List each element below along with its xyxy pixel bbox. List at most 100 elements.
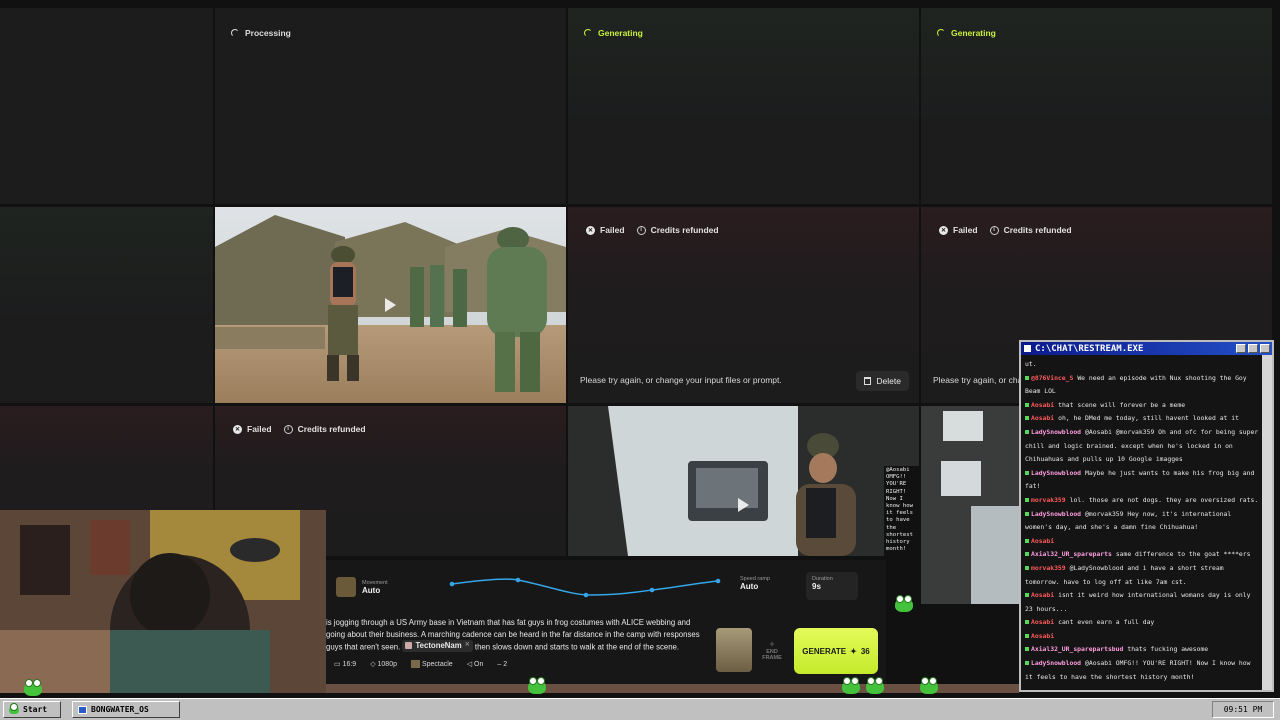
video-tile[interactable]: Processing [215,8,566,204]
failure-status: ✕ Failed i Credits refunded [233,424,366,434]
badge-icon [1025,402,1029,407]
chat-titlebar[interactable]: C:\CHAT\RESTREAM.EXE [1021,342,1272,355]
chat-username: Aosabi [1031,591,1055,600]
badge-icon [1025,552,1029,557]
minimize-button[interactable] [1236,344,1246,353]
duration-selector[interactable]: Duration 9s [806,572,858,600]
chat-username: Aosabi [1031,631,1055,640]
chat-message: Aosabi cant even earn a full day [1025,616,1261,630]
chat-message: LadySnowblood @Aosabi OMFG!! YOU'RE RIGHT… [1025,657,1261,684]
chat-message: LadySnowblood @morvak359 Hey now, it's in… [1025,508,1261,535]
chat-text: same difference to the goat ****ers [1115,550,1251,559]
video-thumbnail-helicopter[interactable] [568,406,919,556]
generation-panel: Movement Auto Speed ramp Auto Duration 9… [326,560,886,684]
webcam-image [0,510,326,693]
failure-status: ✕ Failed i Credits refunded [586,225,719,235]
frog-emote-icon [866,677,884,694]
info-icon: i [636,225,646,235]
generating-status: Generating [937,28,996,38]
cockpit-image [921,406,1019,604]
close-circle-icon: ✕ [233,424,242,434]
helicopter-image [568,406,919,556]
badge-icon [1025,416,1029,421]
frog-start-icon [9,702,19,714]
chat-username: Aosabi [1031,414,1055,423]
chat-message: morvak359 @LadySnowblood and i have a sho… [1025,562,1261,589]
video-thumbnail-army-base[interactable] [215,207,566,403]
frog-emote-icon [920,677,938,694]
chat-text: thats fucking awesome [1127,645,1209,654]
diamond-icon: ◇ [370,661,378,668]
movement-selector[interactable]: Movement Auto [336,575,422,599]
chat-scrollbar[interactable] [1262,355,1272,690]
video-tile[interactable]: Generating [921,8,1272,204]
chat-username: LadySnowblood [1031,659,1082,668]
chat-message: Aosabi that scene will forever be a meme [1025,399,1261,413]
start-frame-thumbnail[interactable] [716,628,752,672]
close-circle-icon: ✕ [586,225,595,235]
speed-curve[interactable] [448,574,724,602]
chat-messages: ut. @876Vince_S We need an episode with Nu… [1025,358,1261,688]
aspect-icon: ▭ [334,661,343,668]
chat-text: isnt it weird how international womans d… [1025,591,1251,613]
badge-icon [1025,497,1029,502]
chat-username: Axial32_UR_sparepartsbud [1031,645,1124,654]
badge-icon [1025,470,1029,475]
app-icon [1024,345,1031,352]
generating-status: Generating [584,28,643,38]
chat-message: morvak359 lol. those are not dogs. they a… [1025,494,1261,508]
play-icon[interactable] [385,298,396,312]
badge-icon [1025,565,1029,570]
chat-window: C:\CHAT\RESTREAM.EXE ut. @876Vince_S We ne… [1019,340,1274,692]
chat-username: Aosabi [1031,536,1055,545]
audio-option[interactable]: ◁ On [467,660,484,668]
webcam-feed [0,510,326,693]
badge-icon [1025,511,1029,516]
play-icon[interactable] [738,498,749,512]
frog-emote-icon [895,595,913,612]
desktop: Processing Generating Generating ✕ Faile… [0,0,1280,720]
chat-username: LadySnowblood [1031,509,1082,518]
spinner-icon [937,29,945,37]
aspect-ratio-option[interactable]: ▭ 16:9 [334,660,356,668]
failure-status: ✕ Failed i Credits refunded [939,225,1072,235]
chat-username: Axial32_UR_spareparts [1031,550,1112,559]
info-icon: i [283,424,293,434]
count-option[interactable]: – 2 [497,661,507,668]
start-button[interactable]: Start [3,701,61,718]
badge-icon [1025,620,1029,625]
video-tile[interactable]: Generating [568,8,919,204]
chat-username: morvak359 [1031,495,1066,504]
speaker-icon: ◁ [466,661,475,668]
chat-message: LadySnowblood @Aosabi @morvak359 Oh and o… [1025,426,1261,467]
video-thumbnail-cockpit[interactable] [921,406,1019,604]
chat-text: oh, he DMed me today, still havent looke… [1058,414,1239,423]
maximize-button[interactable] [1248,344,1258,353]
spinner-icon [584,29,592,37]
mention-tag[interactable]: TectoneNam ✕ [402,640,473,652]
chat-message: Aosabi isnt it weird how international wo… [1025,589,1261,616]
style-option[interactable]: Spectacle [410,660,453,668]
generate-button[interactable]: GENERATE ✦ 36 [794,628,878,674]
video-tile[interactable]: ✕ Failed i Credits refunded Please try aga… [568,207,919,403]
chat-message: @876Vince_S We need an episode with Nux s… [1025,372,1261,399]
chat-username: @876Vince_S [1031,373,1074,382]
chat-username: Aosabi [1031,618,1055,627]
end-frame-slot[interactable]: + END FRAME [756,628,788,672]
close-button[interactable] [1260,344,1270,353]
prompt-textarea[interactable]: is jogging through a US Army base in Vie… [326,617,711,653]
chat-username: morvak359 [1031,563,1066,572]
video-tile[interactable] [0,8,213,204]
frog-emote-icon [24,679,42,696]
taskbar: Start BONGWATER_OS 09:51 PM [0,698,1280,720]
info-icon: i [989,225,999,235]
badge-icon [1025,593,1029,598]
badge-icon [1025,429,1029,434]
speed-ramp-selector[interactable]: Speed ramp Auto [740,576,770,591]
delete-button[interactable]: Delete [856,371,909,391]
retry-hint: Please try again, or change your input f… [580,375,782,385]
taskbar-window-button[interactable]: BONGWATER_OS [72,701,180,718]
resolution-option[interactable]: ◇ 1080p [370,660,397,668]
video-tile[interactable] [0,207,213,403]
style-thumb-icon [410,660,420,668]
